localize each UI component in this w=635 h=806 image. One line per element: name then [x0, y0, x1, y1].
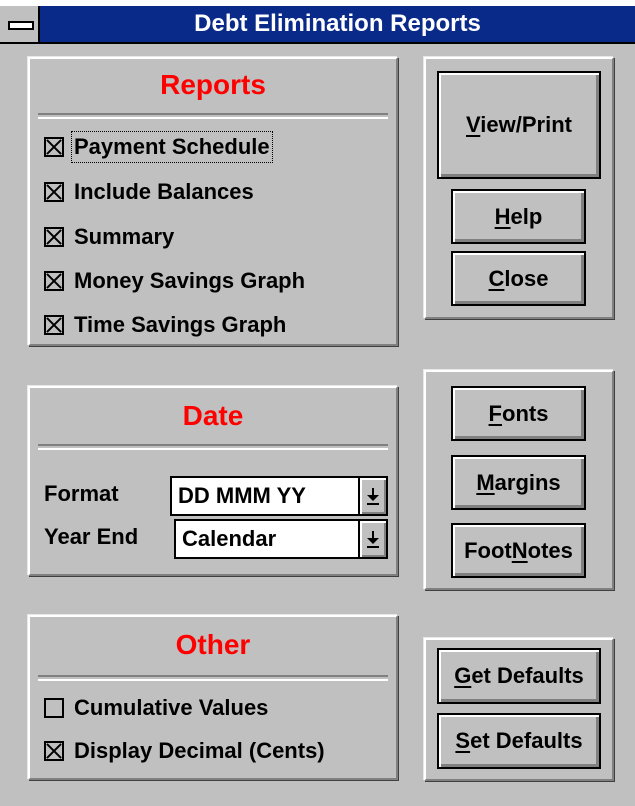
checkbox-time-savings-graph-label: Time Savings Graph [74, 312, 287, 337]
checkbox-summary-label: Summary [74, 224, 175, 249]
other-panel: Other Cumulative Values Display Decimal … [28, 615, 398, 780]
checkbox-payment-schedule-box[interactable] [44, 137, 64, 157]
reports-divider [38, 113, 388, 119]
checkbox-cumulative-values-label: Cumulative Values [74, 695, 269, 720]
checkbox-cumulative-values-box[interactable] [44, 698, 64, 718]
date-panel: Date Format DD MMM YY Year End Calendar [28, 386, 398, 576]
fonts-button[interactable]: Fonts [451, 386, 586, 441]
system-menu-icon[interactable] [0, 6, 40, 42]
checkbox-payment-schedule-label: Payment Schedule [71, 131, 273, 163]
checkbox-money-savings-graph-label: Money Savings Graph [74, 268, 306, 293]
window-title: Debt Elimination Reports [194, 10, 481, 37]
format-select[interactable]: DD MMM YY [170, 476, 388, 516]
year-end-label: Year End [44, 524, 139, 549]
reports-title: Reports [160, 69, 266, 100]
checkbox-money-savings-graph-box[interactable] [44, 271, 64, 291]
checkbox-display-decimal-box[interactable] [44, 741, 64, 761]
checkbox-summary-box[interactable] [44, 227, 64, 247]
layout-panel: Fonts Margins FootNotes [424, 370, 614, 590]
checkbox-summary[interactable]: Summary [44, 219, 174, 255]
checkbox-include-balances[interactable]: Include Balances [44, 174, 254, 210]
actions-panel: View/Print Help Close [424, 57, 614, 319]
checkbox-display-decimal-label: Display Decimal (Cents) [74, 738, 325, 763]
reports-panel: Reports Payment Schedule Include Balance… [28, 57, 398, 346]
margins-button[interactable]: Margins [451, 455, 586, 510]
checkbox-money-savings-graph[interactable]: Money Savings Graph [44, 263, 305, 299]
checkbox-cumulative-values[interactable]: Cumulative Values [44, 690, 268, 726]
checkbox-include-balances-label: Include Balances [74, 179, 254, 204]
defaults-panel: Get Defaults Set Defaults [424, 638, 614, 781]
other-title: Other [175, 629, 251, 660]
footnotes-button[interactable]: FootNotes [451, 523, 586, 578]
set-defaults-button[interactable]: Set Defaults [437, 713, 601, 769]
checkbox-payment-schedule[interactable]: Payment Schedule [44, 129, 273, 165]
year-end-select-value: Calendar [182, 526, 277, 551]
checkbox-display-decimal[interactable]: Display Decimal (Cents) [44, 733, 325, 769]
get-defaults-button[interactable]: Get Defaults [437, 648, 601, 704]
title-bar: Debt Elimination Reports [0, 0, 635, 44]
format-label: Format [44, 481, 119, 506]
checkbox-include-balances-box[interactable] [44, 182, 64, 202]
view-print-button[interactable]: View/Print [437, 71, 601, 179]
date-divider [38, 444, 388, 450]
year-end-dropdown-arrow-icon[interactable] [358, 521, 386, 557]
date-title: Date [182, 400, 244, 431]
checkbox-time-savings-graph[interactable]: Time Savings Graph [44, 307, 286, 343]
format-dropdown-arrow-icon[interactable] [358, 478, 386, 514]
checkbox-time-savings-graph-box[interactable] [44, 315, 64, 335]
help-button[interactable]: Help [451, 189, 586, 244]
format-select-value: DD MMM YY [178, 483, 306, 508]
close-button[interactable]: Close [451, 251, 586, 306]
other-divider [38, 675, 388, 681]
year-end-select[interactable]: Calendar [174, 519, 388, 559]
